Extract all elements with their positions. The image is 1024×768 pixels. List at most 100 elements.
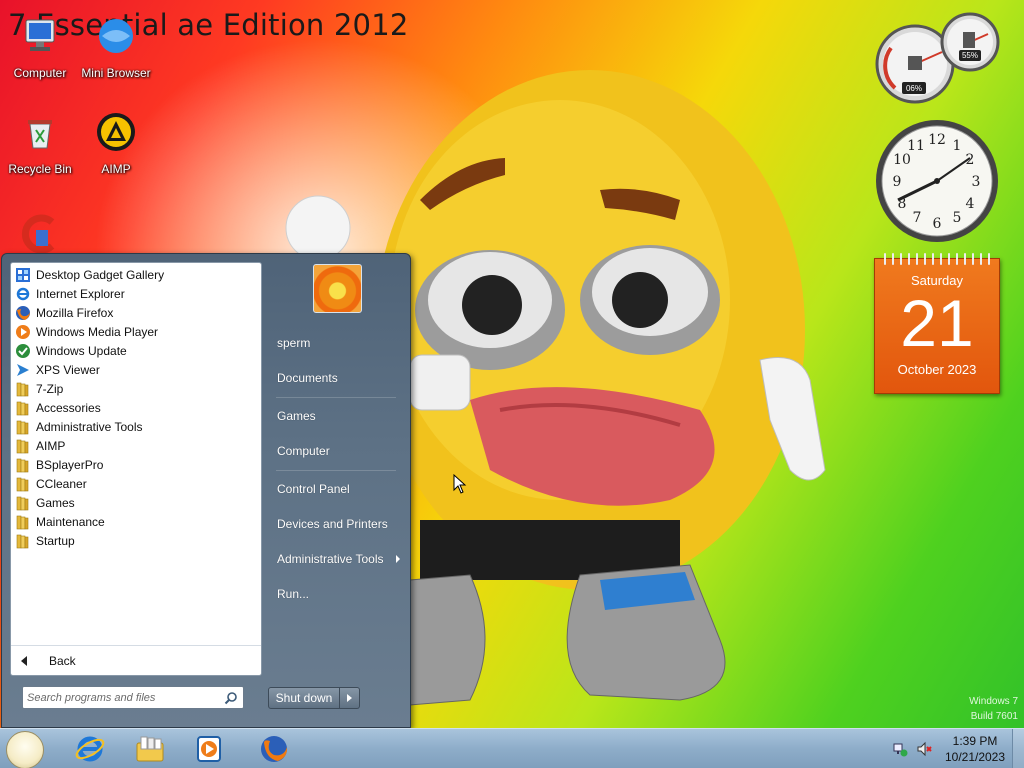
cpu-meter-gadget[interactable]: 06% 55% (872, 8, 1000, 104)
folder-icon (16, 477, 29, 491)
start-menu: Desktop Gadget Gallery Internet Explorer M… (1, 253, 411, 728)
program-label: Mozilla Firefox (36, 305, 114, 320)
mouse-cursor-icon (453, 474, 467, 494)
watermark-line-2: Build 7601 (970, 711, 1018, 722)
start-button[interactable] (6, 731, 44, 768)
firefox-icon (261, 736, 288, 762)
svg-text:1: 1 (953, 138, 962, 154)
taskbar-clock[interactable]: 1:39 PM 10/21/2023 (940, 733, 1010, 765)
taskbar-internet-explorer[interactable] (64, 731, 116, 767)
back-button[interactable]: Back (11, 645, 261, 675)
program-label: XPS Viewer (36, 362, 100, 377)
desktop-icon-recycle-bin[interactable]: Recycle Bin (0, 110, 80, 176)
folder-icon (16, 496, 29, 510)
ccleaner-icon (21, 214, 55, 254)
program-label: Maintenance (36, 514, 105, 529)
submenu-arrow-icon (396, 555, 400, 563)
program-item[interactable]: 7-Zip (11, 379, 261, 398)
program-item[interactable]: Desktop Gadget Gallery (11, 265, 261, 284)
program-item[interactable]: CCleaner (11, 474, 261, 493)
internet-explorer-icon (16, 287, 30, 300)
firefox-icon (16, 305, 30, 320)
program-label: Administrative Tools (36, 419, 143, 434)
folder-icon (16, 401, 29, 415)
program-item[interactable]: Administrative Tools (11, 417, 261, 436)
start-link-control-panel[interactable]: Control Panel (266, 472, 406, 507)
program-item[interactable]: Startup (11, 531, 261, 550)
program-label: Internet Explorer (36, 286, 125, 301)
user-avatar[interactable] (313, 264, 362, 313)
xps-viewer-icon (17, 363, 29, 376)
desktop-icon-computer[interactable]: Computer (0, 14, 80, 80)
calendar-month-year: October 2023 (897, 362, 977, 377)
all-programs-list: Desktop Gadget Gallery Internet Explorer M… (11, 263, 261, 550)
folder-icon (16, 534, 29, 548)
start-search-box (22, 686, 244, 709)
svg-text:7: 7 (913, 210, 922, 226)
program-label: Desktop Gadget Gallery (36, 267, 165, 282)
network-icon[interactable] (892, 741, 908, 757)
desktop-icon-aimp[interactable]: AIMP (76, 110, 156, 176)
program-item[interactable]: Games (11, 493, 261, 512)
program-item[interactable]: Accessories (11, 398, 261, 417)
program-item[interactable]: Maintenance (11, 512, 261, 531)
recycle-bin-icon (28, 120, 52, 149)
search-icon[interactable] (224, 691, 238, 705)
svg-text:11: 11 (907, 138, 925, 154)
cpu-usage-value: 06% (906, 84, 922, 93)
start-link-games[interactable]: Games (266, 399, 406, 434)
program-item[interactable]: Mozilla Firefox (11, 303, 261, 322)
windows-update-icon (16, 343, 30, 358)
program-item[interactable]: BSplayerPro (11, 455, 261, 474)
taskbar: 1:39 PM 10/21/2023 (0, 728, 1024, 768)
program-item[interactable]: AIMP (11, 436, 261, 455)
folder-icon (16, 439, 29, 453)
show-desktop-button[interactable] (1012, 729, 1024, 768)
desktop-icon-mini-browser[interactable]: Mini Browser (76, 14, 156, 80)
clock-time: 1:39 PM (952, 734, 998, 748)
separator (276, 397, 396, 398)
program-label: Games (36, 495, 75, 510)
media-player-icon (16, 324, 30, 339)
svg-text:5: 5 (953, 210, 962, 226)
folder-icon (16, 420, 29, 434)
taskbar-libraries[interactable] (124, 731, 176, 767)
computer-icon (25, 19, 55, 51)
clock-date: 10/21/2023 (944, 750, 1006, 764)
clock-gadget[interactable]: 12 12 345 678 91011 (874, 118, 1000, 244)
program-label: BSplayerPro (36, 457, 104, 472)
desktop-icon-label: AIMP (101, 162, 131, 176)
search-input[interactable] (27, 687, 217, 708)
shutdown-button[interactable]: Shut down (268, 687, 340, 709)
volume-muted-icon[interactable] (916, 741, 932, 757)
svg-text:10: 10 (893, 152, 911, 168)
program-item[interactable]: Windows Update (11, 341, 261, 360)
program-item[interactable]: Windows Media Player (11, 322, 261, 341)
libraries-icon (136, 736, 164, 762)
svg-text:12: 12 (928, 132, 946, 148)
start-link-computer[interactable]: Computer (266, 434, 406, 469)
calendar-day-number: 21 (900, 286, 974, 360)
calendar-gadget[interactable]: Saturday 21 October 2023 (874, 253, 1000, 394)
start-link-user[interactable]: sperm (266, 326, 406, 361)
program-item[interactable]: XPS Viewer (11, 360, 261, 379)
start-link-devices-printers[interactable]: Devices and Printers (266, 507, 406, 542)
svg-text:3: 3 (972, 174, 981, 190)
internet-explorer-icon (75, 736, 105, 762)
watermark-line-1: Windows 7 (969, 696, 1018, 707)
aimp-icon (97, 113, 135, 151)
program-item[interactable]: Internet Explorer (11, 284, 261, 303)
start-link-run[interactable]: Run... (266, 577, 406, 612)
mini-browser-icon (99, 19, 133, 53)
svg-text:9: 9 (893, 174, 902, 190)
back-arrow-icon (21, 655, 27, 666)
shutdown-options-button[interactable] (340, 687, 360, 709)
taskbar-media-player[interactable] (184, 731, 236, 767)
start-link-documents[interactable]: Documents (266, 361, 406, 396)
program-label: AIMP (36, 438, 66, 453)
taskbar-firefox[interactable] (248, 731, 300, 767)
start-link-administrative-tools[interactable]: Administrative Tools (266, 542, 406, 577)
desktop-icon-label: Mini Browser (81, 66, 151, 80)
desktop-icon-label: Computer (13, 66, 67, 80)
back-label: Back (49, 653, 76, 668)
